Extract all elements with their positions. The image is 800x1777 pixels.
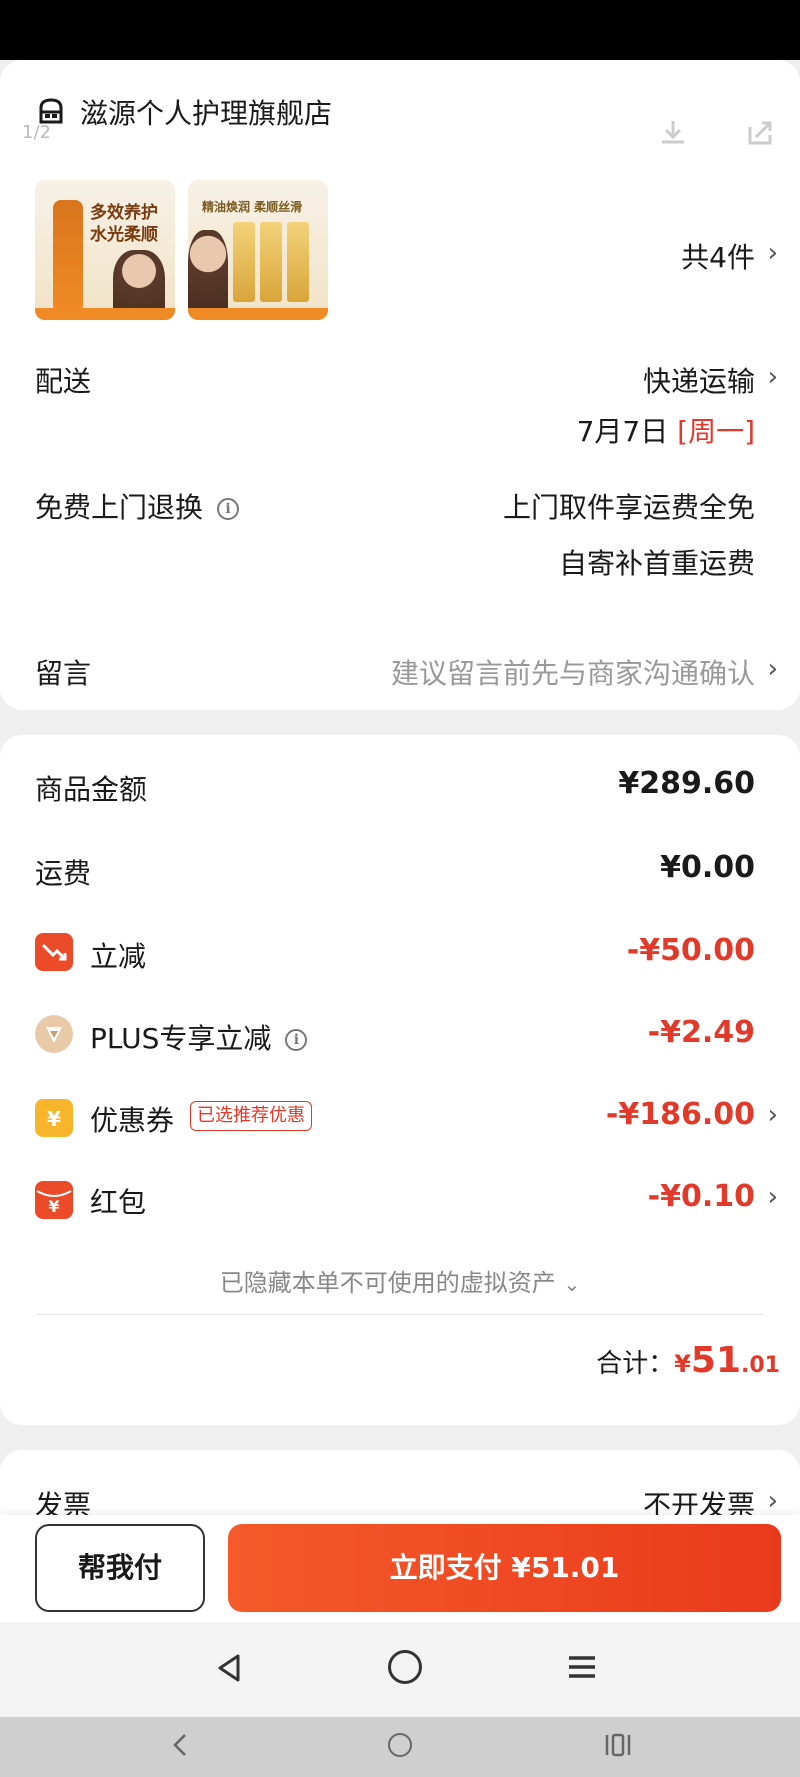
chevron-right-icon[interactable]: ›: [768, 654, 778, 684]
coupon-icon: ¥: [35, 1099, 73, 1137]
goods-amount-value: ¥289.60: [618, 766, 755, 801]
home-icon[interactable]: [388, 1733, 412, 1757]
product-caption: 多效养护 水光柔顺: [90, 203, 158, 245]
delivery-weekday: [周一]: [677, 415, 755, 448]
return-service-line1: 上门取件享运费全免: [502, 491, 755, 524]
coupon-label: 优惠券: [90, 1104, 175, 1137]
coupon-tag: 已选推荐优惠: [190, 1101, 312, 1131]
menu-icon[interactable]: [566, 1652, 598, 1682]
chevron-right-icon[interactable]: ›: [768, 362, 778, 392]
delivery-label: 配送: [35, 365, 92, 398]
discount-label: 立减: [90, 940, 147, 973]
model-image: [188, 230, 228, 310]
home-circle-icon[interactable]: [388, 1650, 422, 1684]
shipping-value: ¥0.00: [660, 850, 755, 885]
plus-discount-label: PLUS专享立减: [90, 1022, 272, 1055]
product-tube: [287, 222, 309, 302]
hidden-assets-text: 已隐藏本单不可使用的虚拟资产: [219, 1269, 556, 1297]
chevron-right-icon[interactable]: ›: [768, 238, 778, 268]
goods-amount-label: 商品金额: [35, 773, 148, 806]
total-decimal: .01: [741, 1353, 780, 1378]
download-icon[interactable]: [655, 115, 691, 151]
red-packet-label: 红包: [90, 1186, 147, 1219]
product-thumbnail[interactable]: 多效养护 水光柔顺: [35, 180, 175, 320]
chevron-right-icon[interactable]: ›: [768, 1100, 778, 1130]
discount-arrow-icon: [35, 933, 73, 971]
product-thumbnail[interactable]: 精油焕润 柔顺丝滑: [188, 180, 328, 320]
delivery-date-text: 7月7日: [576, 415, 669, 448]
product-strip: [188, 308, 328, 320]
pay-now-button[interactable]: 立即支付 ¥51.01: [228, 1524, 781, 1612]
product-caption: 精油焕润 柔顺丝滑: [202, 200, 303, 214]
product-tube: [260, 222, 282, 302]
total-label: 合计：: [596, 1349, 675, 1379]
plus-discount-value: -¥2.49: [647, 1015, 755, 1050]
product-bottle: [53, 200, 83, 310]
item-count[interactable]: 共4件: [681, 236, 755, 276]
info-icon[interactable]: i: [285, 1029, 308, 1051]
back-chevron-icon[interactable]: [170, 1730, 190, 1760]
chevron-right-icon[interactable]: ›: [768, 1486, 778, 1516]
delivery-date: 7月7日 [周一]: [577, 410, 755, 450]
chevron-down-icon: ⌄: [563, 1272, 581, 1296]
hidden-assets-toggle[interactable]: 已隐藏本单不可使用的虚拟资产 ⌄: [0, 1263, 800, 1298]
coupon-value[interactable]: -¥186.00: [606, 1097, 755, 1132]
back-triangle-icon[interactable]: [212, 1650, 248, 1686]
chevron-right-icon[interactable]: ›: [768, 1182, 778, 1212]
total-row: 合计：¥51.01: [596, 1340, 780, 1381]
discount-value: -¥50.00: [626, 933, 755, 968]
status-bar: [0, 0, 800, 60]
divider: [35, 1314, 765, 1315]
return-service-row: 免费上门退换 i: [35, 486, 240, 526]
return-service-label: 免费上门退换: [35, 491, 204, 524]
store-name[interactable]: 滋源个人护理旗舰店: [80, 92, 332, 132]
message-label: 留言: [35, 657, 92, 690]
delivery-method[interactable]: 快递运输: [643, 360, 755, 400]
plus-discount-row: PLUS专享立减 i: [90, 1017, 308, 1057]
page-indicator: 1/2: [22, 122, 51, 143]
total-integer: 51: [690, 1340, 742, 1381]
red-packet-icon: ¥: [35, 1181, 73, 1219]
red-packet-value[interactable]: -¥0.10: [648, 1179, 755, 1214]
help-pay-button[interactable]: 帮我付: [35, 1524, 205, 1612]
total-currency: ¥: [674, 1350, 691, 1378]
info-icon[interactable]: i: [217, 498, 240, 520]
return-service-line2: 自寄补首重运费: [558, 547, 755, 580]
recents-icon[interactable]: [604, 1732, 632, 1758]
svg-text:¥: ¥: [47, 1107, 61, 1131]
product-tube: [233, 222, 255, 302]
product-strip: [35, 308, 175, 320]
share-icon[interactable]: [742, 115, 778, 151]
price-summary-card: [0, 735, 800, 1425]
plus-badge-icon: [35, 1015, 73, 1053]
shipping-label: 运费: [35, 857, 92, 890]
message-input[interactable]: 建议留言前先与商家沟通确认: [391, 652, 755, 692]
svg-text:¥: ¥: [48, 1197, 59, 1216]
